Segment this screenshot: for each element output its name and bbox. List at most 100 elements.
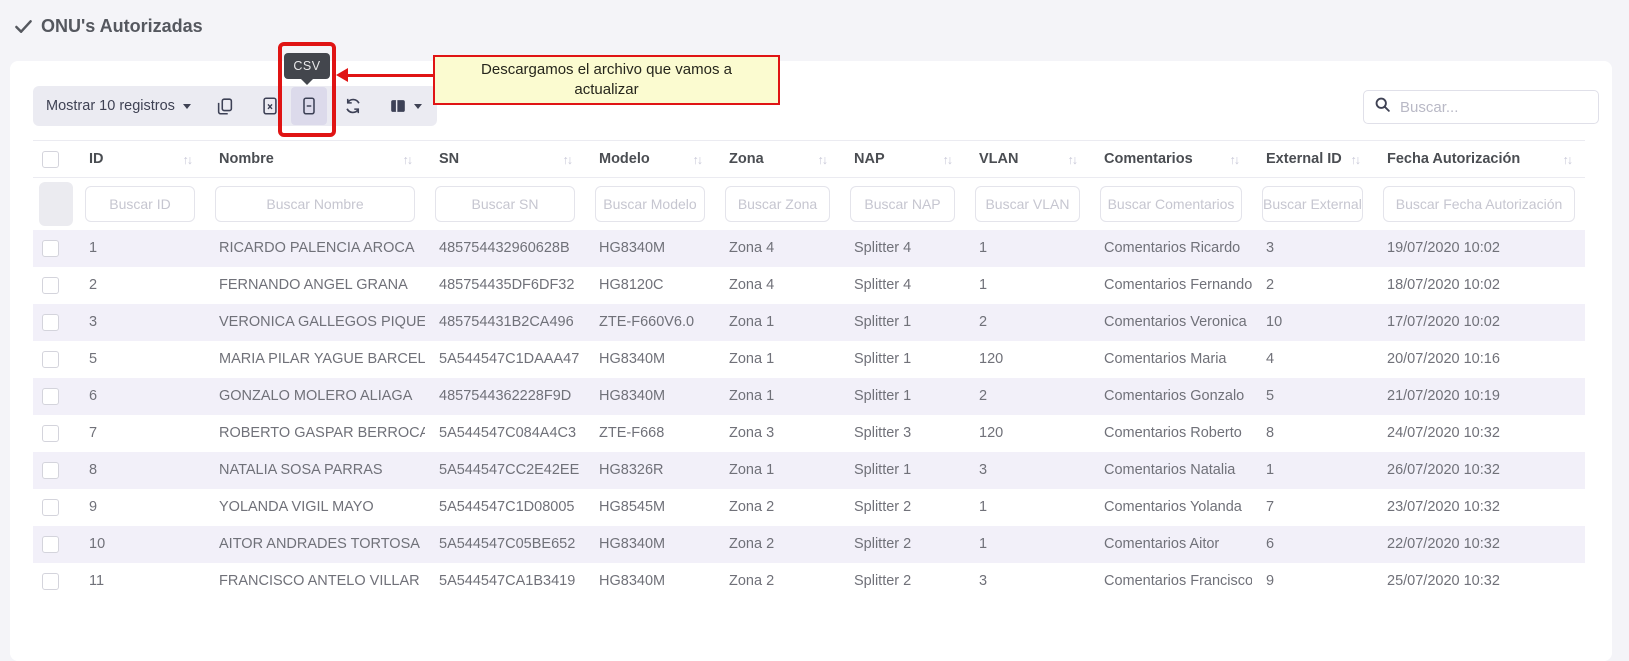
sort-icon: ↑↓ [1563, 153, 1572, 167]
cell-external_id: 10 [1252, 304, 1373, 341]
cell-nap: Splitter 4 [840, 230, 965, 267]
cell-nap: Splitter 2 [840, 526, 965, 563]
cell-external_id: 4 [1252, 341, 1373, 378]
row-checkbox[interactable] [42, 314, 59, 331]
select-all-checkbox[interactable] [42, 151, 59, 168]
filter-input-external_id[interactable] [1262, 186, 1363, 222]
row-checkbox[interactable] [42, 499, 59, 516]
length-menu-dropdown[interactable]: Mostrar 10 registros [33, 86, 201, 126]
cell-external_id: 2 [1252, 267, 1373, 304]
column-header-zona[interactable]: ↑↓Zona [715, 141, 840, 178]
csv-button[interactable] [291, 87, 327, 125]
copy-button[interactable] [207, 87, 243, 125]
cell-comentarios: Comentarios Gonzalo [1090, 378, 1252, 415]
cell-nap: Splitter 1 [840, 378, 965, 415]
cell-fecha: 23/07/2020 10:32 [1373, 489, 1585, 526]
cell-nombre: AITOR ANDRADES TORTOSA [205, 526, 425, 563]
table-row: 8NATALIA SOSA PARRAS5A544547CC2E42EEHG83… [33, 452, 1585, 489]
row-checkbox[interactable] [42, 536, 59, 553]
cell-comentarios: Comentarios Francisco [1090, 563, 1252, 600]
column-header-sn[interactable]: ↑↓ SN [425, 141, 585, 178]
column-header-external_id[interactable]: ↑↓External ID [1252, 141, 1373, 178]
filter-input-sn[interactable] [435, 186, 575, 222]
copy-icon [215, 96, 235, 116]
cell-modelo: HG8120C [585, 267, 715, 304]
row-checkbox[interactable] [42, 462, 59, 479]
column-header-id[interactable]: ↑↓ ID [75, 141, 205, 178]
row-checkbox[interactable] [42, 388, 59, 405]
column-header-comentarios[interactable]: ↑↓Comentarios [1090, 141, 1252, 178]
row-checkbox[interactable] [42, 351, 59, 368]
sort-icon: ↑↓ [1230, 153, 1239, 167]
row-checkbox[interactable] [42, 277, 59, 294]
filter-input-zona[interactable] [725, 186, 830, 222]
column-header-modelo[interactable]: ↑↓Modelo [585, 141, 715, 178]
sort-icon: ↑↓ [183, 153, 192, 167]
cell-nombre: VERONICA GALLEGOS PIQUER [205, 304, 425, 341]
table-row: 6GONZALO MOLERO ALIAGA4857544362228F9DHG… [33, 378, 1585, 415]
excel-file-icon [260, 96, 280, 116]
cell-vlan: 3 [965, 563, 1090, 600]
datatable-card: Mostrar 10 registros [10, 61, 1612, 661]
cell-comentarios: Comentarios Aitor [1090, 526, 1252, 563]
cell-comentarios: Comentarios Maria [1090, 341, 1252, 378]
cell-modelo: HG8340M [585, 341, 715, 378]
sort-icon: ↑↓ [563, 153, 572, 167]
filter-input-comentarios[interactable] [1100, 186, 1242, 222]
filter-input-fecha[interactable] [1383, 186, 1575, 222]
column-label: SN [439, 151, 459, 167]
table-row: 7ROBERTO GASPAR BERROCAL5A544547C084A4C3… [33, 415, 1585, 452]
cell-id: 2 [75, 267, 205, 304]
sort-icon: ↑↓ [403, 153, 412, 167]
cell-vlan: 1 [965, 489, 1090, 526]
cell-nap: Splitter 1 [840, 341, 965, 378]
annotation-arrow [347, 74, 435, 77]
search-input[interactable] [1400, 99, 1588, 116]
column-header-vlan[interactable]: ↑↓VLAN [965, 141, 1090, 178]
cell-nombre: FERNANDO ANGEL GRANA [205, 267, 425, 304]
cell-vlan: 120 [965, 341, 1090, 378]
filter-input-nombre[interactable] [215, 186, 415, 222]
cell-zona: Zona 2 [715, 563, 840, 600]
column-label: VLAN [979, 151, 1018, 167]
filter-input-modelo[interactable] [595, 186, 705, 222]
cell-nombre: GONZALO MOLERO ALIAGA [205, 378, 425, 415]
cell-fecha: 21/07/2020 10:19 [1373, 378, 1585, 415]
check-icon [14, 17, 33, 36]
sort-icon: ↑↓ [693, 153, 702, 167]
cell-nap: Splitter 4 [840, 267, 965, 304]
column-label: Fecha Autorización [1387, 151, 1520, 167]
filter-input-vlan[interactable] [975, 186, 1080, 222]
column-header-nombre[interactable]: ↑↓Nombre [205, 141, 425, 178]
cell-nombre: ROBERTO GASPAR BERROCAL [205, 415, 425, 452]
cell-external_id: 8 [1252, 415, 1373, 452]
refresh-button[interactable] [335, 87, 371, 125]
column-header-nap[interactable]: ↑↓NAP [840, 141, 965, 178]
column-visibility-button[interactable] [381, 87, 429, 125]
cell-external_id: 7 [1252, 489, 1373, 526]
cell-comentarios: Comentarios Veronica [1090, 304, 1252, 341]
sort-icon: ↑↓ [818, 153, 827, 167]
cell-zona: Zona 4 [715, 230, 840, 267]
cell-fecha: 24/07/2020 10:32 [1373, 415, 1585, 452]
column-label: ID [89, 151, 104, 167]
cell-modelo: ZTE-F668 [585, 415, 715, 452]
cell-nap: Splitter 2 [840, 563, 965, 600]
excel-button[interactable] [252, 87, 288, 125]
table-row: 11FRANCISCO ANTELO VILLAR5A544547CA1B341… [33, 563, 1585, 600]
row-checkbox[interactable] [42, 425, 59, 442]
cell-external_id: 9 [1252, 563, 1373, 600]
filter-input-id[interactable] [85, 186, 195, 222]
cell-nap: Splitter 1 [840, 304, 965, 341]
cell-fecha: 17/07/2020 10:02 [1373, 304, 1585, 341]
column-header-fecha[interactable]: ↑↓ Fecha Autorización [1373, 141, 1585, 178]
sort-icon: ↑↓ [1351, 153, 1360, 167]
cell-id: 1 [75, 230, 205, 267]
row-checkbox[interactable] [42, 240, 59, 257]
table-row: 5MARIA PILAR YAGUE BARCELO5A544547C1DAAA… [33, 341, 1585, 378]
cell-nombre: MARIA PILAR YAGUE BARCELO [205, 341, 425, 378]
cell-comentarios: Comentarios Yolanda [1090, 489, 1252, 526]
search-icon [1374, 96, 1391, 118]
filter-input-nap[interactable] [850, 186, 955, 222]
row-checkbox[interactable] [42, 573, 59, 590]
